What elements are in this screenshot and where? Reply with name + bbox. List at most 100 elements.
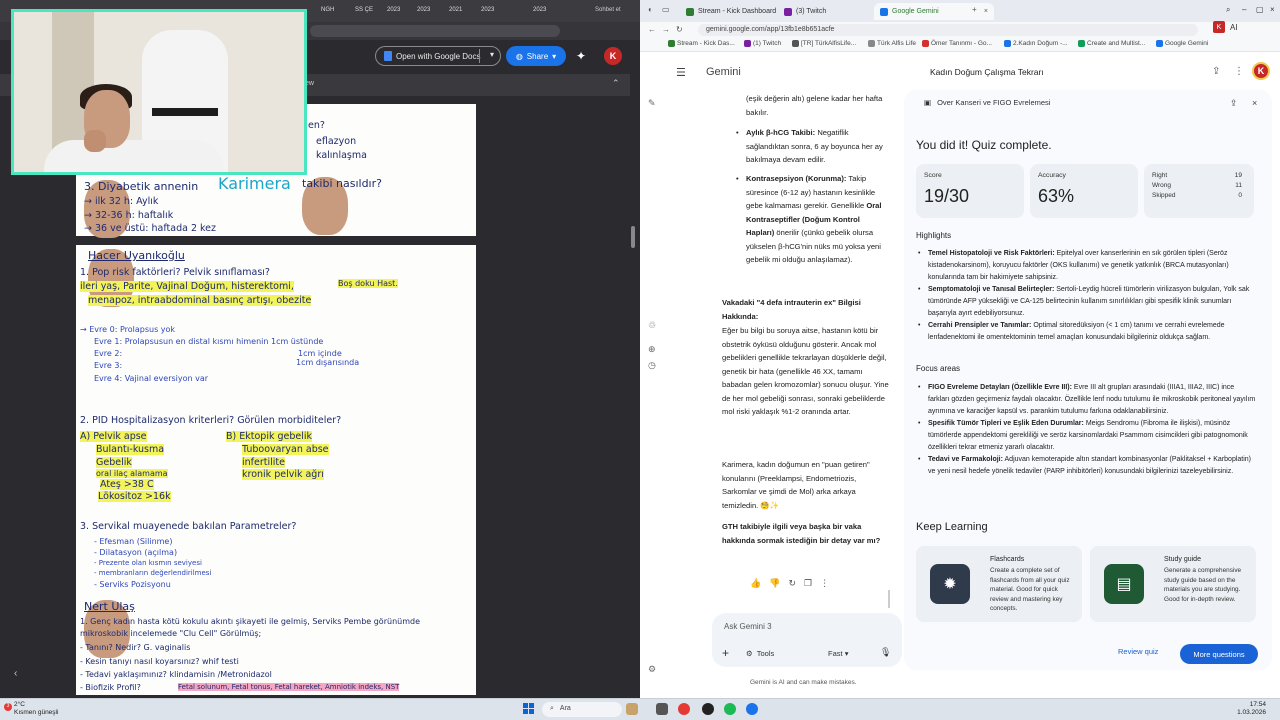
docs-icon <box>384 51 392 61</box>
keep-learning-heading: Keep Learning <box>916 521 988 533</box>
hamburger-menu-icon[interactable]: ☰ <box>676 66 686 79</box>
gemini-header: ☰ Gemini Kadın Doğum Çalışma Tekrarı ⇪ ⋮… <box>640 54 1280 90</box>
avatar[interactable]: K <box>604 47 622 65</box>
maximize-icon[interactable]: ▢ <box>1256 5 1264 14</box>
skipped-count: Skipped 0 <box>1152 192 1242 199</box>
taskbar-search[interactable]: ⌕ Ara <box>542 702 622 717</box>
chat-scrollbar[interactable] <box>888 590 890 608</box>
thumbs-down-icon[interactable]: 👎 <box>769 578 780 589</box>
bookmark[interactable]: Create and Multist... <box>1078 40 1145 47</box>
search-tabs-icon[interactable]: ⌕ <box>1226 5 1230 15</box>
bookmark[interactable]: Google Gemini <box>1156 40 1208 47</box>
study-guide-icon: ▤ <box>1104 564 1144 604</box>
kick-icon <box>686 7 694 16</box>
bookmark[interactable]: [TR] TürkAlfisLife... <box>792 40 856 47</box>
regenerate-icon[interactable]: ↻ <box>788 578 796 589</box>
karimera-overlay-text: Karimera <box>218 174 291 193</box>
back-icon[interactable]: ← <box>648 25 656 34</box>
conversation-title[interactable]: Kadın Doğum Çalışma Tekrarı <box>930 67 1044 77</box>
chat-paragraph: (eşik değerin altı) gelene kadar her haf… <box>746 94 883 117</box>
reload-icon[interactable]: ↻ <box>676 25 683 34</box>
list-item: FIGO Evreleme Detayları (Özellikle Evre … <box>916 382 1256 418</box>
more-icon[interactable]: ⋮ <box>820 578 829 589</box>
copy-icon[interactable]: ❐ <box>804 578 812 589</box>
response-actions: 👍 👎 ↻ ❐ ⋮ <box>750 578 829 589</box>
gemini-spark-icon[interactable]: ✦ <box>576 49 586 63</box>
search-icon: ⌕ <box>550 705 554 712</box>
left-tab-chat[interactable]: Sohbet et <box>592 3 638 19</box>
new-tab-icon[interactable]: + <box>972 5 977 14</box>
weather-icon[interactable]: 3 <box>4 703 12 711</box>
weather-widget[interactable]: 2°C Kısmen güneşli <box>14 701 58 717</box>
pdf-scrollbar-thumb[interactable] <box>631 226 635 248</box>
widgets-icon[interactable] <box>626 703 638 715</box>
focus-areas-heading: Focus areas <box>916 364 961 373</box>
gemini-browser-window: ◐ ▭ Stream - Kick Dashboard (3) Twitch G… <box>640 0 1280 698</box>
task-view-icon[interactable] <box>656 703 668 715</box>
chevron-left-icon[interactable]: ‹ <box>14 668 17 679</box>
bookmark[interactable]: (1) Twitch <box>744 40 781 47</box>
globe-icon: ◍ <box>515 51 523 61</box>
quiz-panel-title: ▣ Over Kanseri ve FIGO Evrelemesi <box>924 98 1051 107</box>
left-tab[interactable]: 2023 <box>530 3 576 19</box>
chevron-up-icon[interactable]: ⌃ <box>612 78 620 89</box>
chrome-icon[interactable] <box>702 703 714 715</box>
thumbs-up-icon[interactable]: 👍 <box>750 578 761 589</box>
wrong-count: Wrong 11 <box>1152 182 1242 189</box>
windows-start-icon[interactable] <box>523 703 535 715</box>
gemini-logo: Gemini <box>706 66 741 78</box>
share-icon[interactable]: ⇪ <box>1230 98 1238 109</box>
tabs-icon[interactable]: ▭ <box>662 5 670 14</box>
model-select[interactable]: Fast ▾ <box>828 649 848 658</box>
chevron-down-icon[interactable]: ▾ <box>490 50 494 59</box>
close-tab-icon[interactable]: × <box>984 8 988 15</box>
browser-menu-icon[interactable]: ◐ <box>648 5 653 14</box>
score-card: Score 19/30 <box>916 164 1024 218</box>
bookmarks-bar: Stream - Kick Das... (1) Twitch [TR] Tür… <box>640 38 1280 52</box>
share-button[interactable]: ◍ Share ▾ <box>506 46 566 66</box>
flashcards-card[interactable]: ✹ Flashcards Create a complete set of fl… <box>916 546 1082 622</box>
highlights-list: Temel Histopatoloji ve Risk Faktörleri: … <box>916 248 1256 344</box>
right-address-bar: ← → ↻ gemini.google.com/app/13fb1e8b651a… <box>640 22 1280 38</box>
microphone-icon[interactable]: 🎙 <box>880 647 891 658</box>
spotify-icon[interactable] <box>724 703 736 715</box>
quiz-results-panel: ▣ Over Kanseri ve FIGO Evrelemesi ⇪ × Yo… <box>904 90 1272 670</box>
more-options-icon[interactable]: ⋮ <box>1234 66 1244 77</box>
forward-icon[interactable]: → <box>662 25 670 34</box>
history-icon[interactable]: ◷ <box>648 360 656 371</box>
open-with-google-docs-button[interactable]: Open with Google Docs ▾ <box>375 46 501 66</box>
bookmark[interactable]: Türk Alfis Life <box>868 40 916 47</box>
left-tab[interactable]: 2023 <box>478 3 524 19</box>
settings-gear-icon[interactable]: ⚙ <box>648 664 656 675</box>
focus-areas-list: FIGO Evreleme Detayları (Özellikle Evre … <box>916 382 1256 478</box>
explore-icon[interactable]: ⊕ <box>648 344 656 355</box>
chevron-down-icon: ▾ <box>844 649 849 658</box>
tools-button[interactable]: ⚙ Tools <box>746 649 774 658</box>
list-item: Semptomatoloji ve Tanısal Belirteçler: S… <box>916 284 1256 320</box>
add-icon[interactable]: + <box>722 646 729 660</box>
gem-icon[interactable]: ♲ <box>648 320 656 331</box>
prompt-input-box[interactable]: Ask Gemini 3 + ⚙ Tools Fast ▾ 🎙 <box>712 613 902 667</box>
new-chat-icon[interactable]: ✎ <box>648 98 656 109</box>
more-questions-button[interactable]: More questions <box>1180 644 1258 664</box>
share-icon[interactable]: ⇪ <box>1212 66 1220 77</box>
system-clock[interactable]: 17:54 1.03.2026 <box>1237 701 1266 717</box>
close-icon[interactable]: × <box>1270 5 1275 14</box>
bookmark[interactable]: Ömer Tanınmı - Go... <box>922 40 992 47</box>
bookmark[interactable]: Stream - Kick Das... <box>668 40 735 47</box>
minimize-icon[interactable]: – <box>1242 5 1246 14</box>
edge-icon[interactable] <box>746 703 758 715</box>
bookmark[interactable]: 2.Kadın Doğum -... <box>1004 40 1068 47</box>
url-field[interactable]: gemini.google.com/app/13fb1e8b651acfe <box>698 24 1198 36</box>
chat-bullet: • Aylık β-hCG Takibi: Negatiflik sağland… <box>736 128 883 164</box>
close-icon[interactable]: × <box>1252 98 1257 108</box>
pdf-scrollbar[interactable] <box>630 96 636 686</box>
opera-icon[interactable] <box>678 703 690 715</box>
account-avatar[interactable]: K <box>1252 62 1270 80</box>
study-guide-card[interactable]: ▤ Study guide Generate a comprehensive s… <box>1090 546 1256 622</box>
profile-avatar[interactable]: K <box>1213 21 1225 33</box>
prompt-input[interactable]: Ask Gemini 3 <box>724 622 772 631</box>
review-quiz-button[interactable]: Review quiz <box>1118 647 1158 656</box>
ai-button[interactable]: AI <box>1230 23 1238 32</box>
highlights-heading: Highlights <box>916 231 952 240</box>
